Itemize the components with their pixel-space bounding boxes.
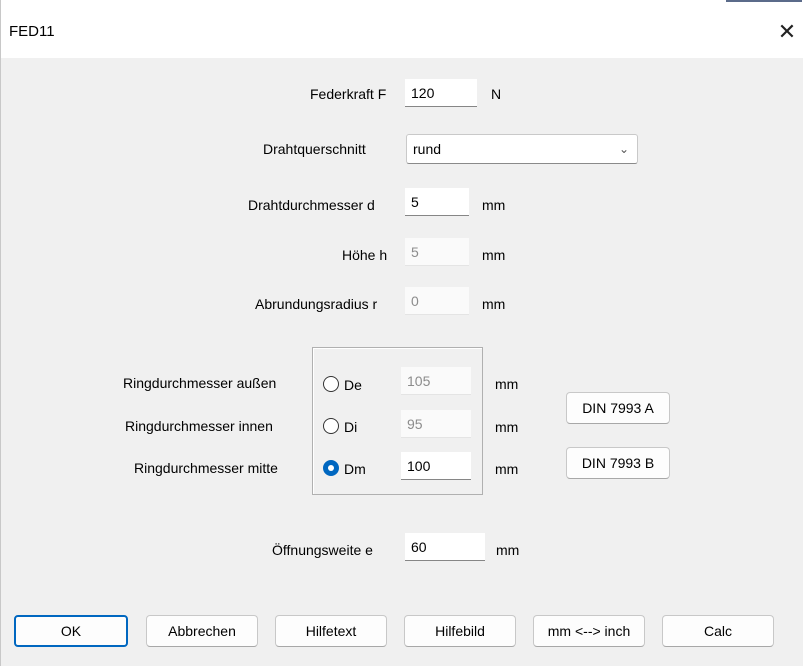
federkraft-unit: N [491,86,502,102]
hoehe-input[interactable] [405,238,469,266]
calc-button[interactable]: Calc [662,615,774,647]
federkraft-input[interactable] [405,79,477,107]
oeffnungsweite-label: Öffnungsweite e [272,542,373,558]
dialog-window: FED11 ✕ Federkraft F N Drahtquerschnitt … [0,0,803,666]
drahtdurchmesser-unit: mm [482,197,506,213]
abrundungsradius-input[interactable] [405,287,469,315]
ring-innen-unit: mm [495,419,519,435]
ring-mitte-input[interactable] [401,452,471,480]
ring-aussen-radio[interactable] [323,376,339,392]
cancel-button[interactable]: Abbrechen [146,615,258,647]
drahtquerschnitt-label: Drahtquerschnitt [263,141,366,157]
hoehe-unit: mm [482,247,506,263]
ring-innen-label: Ringdurchmesser innen [125,418,273,434]
din-7993-a-button[interactable]: DIN 7993 A [566,392,670,424]
drahtdurchmesser-label: Drahtdurchmesser d [248,197,375,213]
chevron-down-icon: ⌄ [618,142,629,156]
ring-aussen-label: Ringdurchmesser außen [123,375,277,391]
helpimage-button[interactable]: Hilfebild [404,615,516,647]
ring-aussen-input[interactable] [401,367,471,395]
din-7993-b-button[interactable]: DIN 7993 B [566,447,670,479]
abrundungsradius-unit: mm [482,296,506,312]
helptext-button[interactable]: Hilfetext [275,615,387,647]
drahtquerschnitt-select[interactable]: rund ⌄ [406,134,638,164]
ring-aussen-option[interactable]: De [344,377,362,393]
window-edge-accent [726,0,802,2]
unit-toggle-button[interactable]: mm <--> inch [533,615,645,647]
ring-mitte-label: Ringdurchmesser mitte [134,460,278,476]
ring-mitte-radio[interactable] [323,460,339,476]
drahtquerschnitt-value: rund [413,141,442,157]
ring-mitte-unit: mm [495,461,519,477]
oeffnungsweite-unit: mm [496,542,520,558]
title-bar: FED11 ✕ [1,0,803,58]
hoehe-label: Höhe h [342,247,388,263]
ring-aussen-unit: mm [495,376,519,392]
window-title: FED11 [9,23,55,40]
abrundungsradius-label: Abrundungsradius r [255,296,378,312]
ok-button[interactable]: OK [14,615,128,647]
close-icon[interactable]: ✕ [773,18,801,46]
ring-innen-option[interactable]: Di [344,419,357,435]
oeffnungsweite-input[interactable] [405,533,485,561]
ring-innen-input[interactable] [401,410,471,438]
ring-mitte-option[interactable]: Dm [344,461,366,477]
ring-innen-radio[interactable] [323,418,339,434]
drahtdurchmesser-input[interactable] [405,188,469,216]
federkraft-label: Federkraft F [310,86,387,102]
